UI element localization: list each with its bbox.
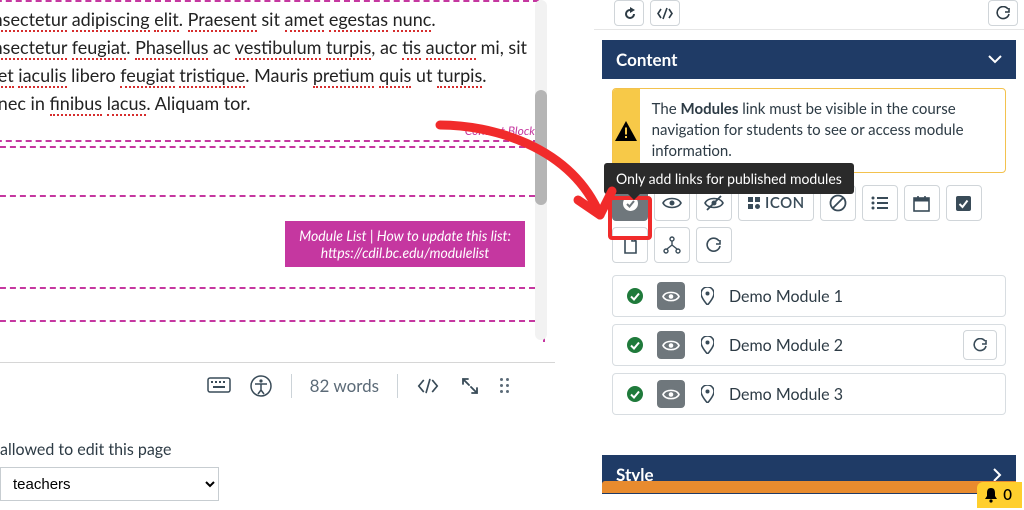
module-list-badge: Module List | How to update this list: h… bbox=[285, 221, 525, 267]
alert-text-bold: Modules bbox=[681, 100, 739, 118]
alert-text-prefix: The bbox=[652, 100, 681, 118]
icon-word-label: ICON bbox=[765, 194, 805, 212]
published-icon bbox=[621, 331, 649, 359]
editor-scrollbar[interactable] bbox=[535, 0, 547, 340]
scrollbar-thumb[interactable] bbox=[535, 90, 547, 205]
html-view-icon[interactable] bbox=[416, 374, 440, 398]
more-handle-icon[interactable] bbox=[500, 378, 509, 393]
edit-permission-label: allowed to edit this page bbox=[0, 440, 555, 459]
module-row[interactable]: Demo Module 3 bbox=[612, 373, 1006, 415]
module-badge-line2: https://cdil.bc.edu/modulelist bbox=[321, 244, 490, 261]
modules-warning-alert: The Modules link must be visible in the … bbox=[612, 88, 1006, 173]
editor-pane: consectetur adipiscing elit. Praesent si… bbox=[0, 0, 585, 510]
accessibility-icon[interactable] bbox=[249, 374, 273, 398]
content-panel-header[interactable]: Content bbox=[602, 40, 1016, 79]
edit-permission-select[interactable]: teachers bbox=[0, 467, 219, 501]
bell-icon bbox=[983, 487, 999, 503]
redo-button[interactable] bbox=[614, 0, 644, 26]
list-button[interactable] bbox=[862, 185, 898, 221]
fullscreen-icon[interactable] bbox=[458, 374, 482, 398]
published-icon bbox=[621, 380, 649, 408]
check-square-button[interactable] bbox=[946, 185, 982, 221]
document-button[interactable] bbox=[612, 227, 648, 263]
divider bbox=[291, 374, 292, 398]
rich-editor-area[interactable]: consectetur adipiscing elit. Praesent si… bbox=[0, 0, 555, 350]
page-options-form: allowed to edit this page teachers bbox=[0, 440, 555, 501]
published-modules-tooltip: Only add links for published modules bbox=[604, 163, 854, 194]
calendar-button[interactable] bbox=[904, 185, 940, 221]
content-block-wrapper: consectetur adipiscing elit. Praesent si… bbox=[0, 0, 545, 148]
editor-status-bar: 82 words bbox=[0, 362, 555, 408]
module-name: Demo Module 3 bbox=[729, 385, 997, 404]
published-icon bbox=[621, 282, 649, 310]
location-icon[interactable] bbox=[693, 380, 721, 408]
content-block-label: Content Block bbox=[465, 123, 535, 138]
next-block-edge bbox=[0, 320, 545, 342]
module-name: Demo Module 2 bbox=[729, 336, 955, 355]
module-toolbar: ICON bbox=[612, 185, 1006, 263]
code-button[interactable] bbox=[650, 0, 680, 26]
next-panel-edge bbox=[602, 481, 1016, 493]
module-badge-line1: Module List | How to update this list: bbox=[299, 227, 511, 244]
warning-text: The Modules link must be visible in the … bbox=[640, 89, 1005, 172]
visibility-icon[interactable] bbox=[657, 331, 685, 359]
location-icon[interactable] bbox=[693, 282, 721, 310]
content-block[interactable]: consectetur adipiscing elit. Praesent si… bbox=[0, 0, 539, 142]
refresh-toolbar-button[interactable] bbox=[696, 227, 732, 263]
content-panel-body: The Modules link must be visible in the … bbox=[602, 78, 1016, 445]
module-row[interactable]: Demo Module 2 bbox=[612, 324, 1006, 366]
visibility-icon[interactable] bbox=[657, 380, 685, 408]
module-list: Demo Module 1 Demo Module 2 Demo Module 3 bbox=[612, 275, 1006, 415]
chevron-down-icon bbox=[988, 55, 1002, 64]
module-name: Demo Module 1 bbox=[729, 287, 997, 306]
sidebar-top-bar bbox=[594, 0, 1024, 30]
divider bbox=[397, 374, 398, 398]
notification-bell-badge[interactable]: 0 bbox=[977, 482, 1022, 508]
row-refresh-button[interactable] bbox=[963, 330, 997, 360]
diagram-button[interactable] bbox=[654, 227, 690, 263]
chevron-right-icon bbox=[993, 468, 1002, 482]
refresh-button[interactable] bbox=[988, 0, 1018, 26]
location-icon[interactable] bbox=[693, 331, 721, 359]
keyboard-icon[interactable] bbox=[207, 374, 231, 398]
bell-count: 0 bbox=[1003, 486, 1012, 504]
word-count[interactable]: 82 words bbox=[310, 375, 379, 396]
visibility-icon[interactable] bbox=[657, 282, 685, 310]
body-paragraph[interactable]: consectetur adipiscing elit. Praesent si… bbox=[0, 6, 531, 118]
content-panel-title: Content bbox=[616, 49, 677, 70]
module-list-block[interactable]: Module List | How to update this list: h… bbox=[0, 195, 545, 289]
design-sidebar: Content The Modules link must be visible… bbox=[594, 0, 1024, 510]
warning-icon bbox=[613, 89, 640, 172]
module-row[interactable]: Demo Module 1 bbox=[612, 275, 1006, 317]
